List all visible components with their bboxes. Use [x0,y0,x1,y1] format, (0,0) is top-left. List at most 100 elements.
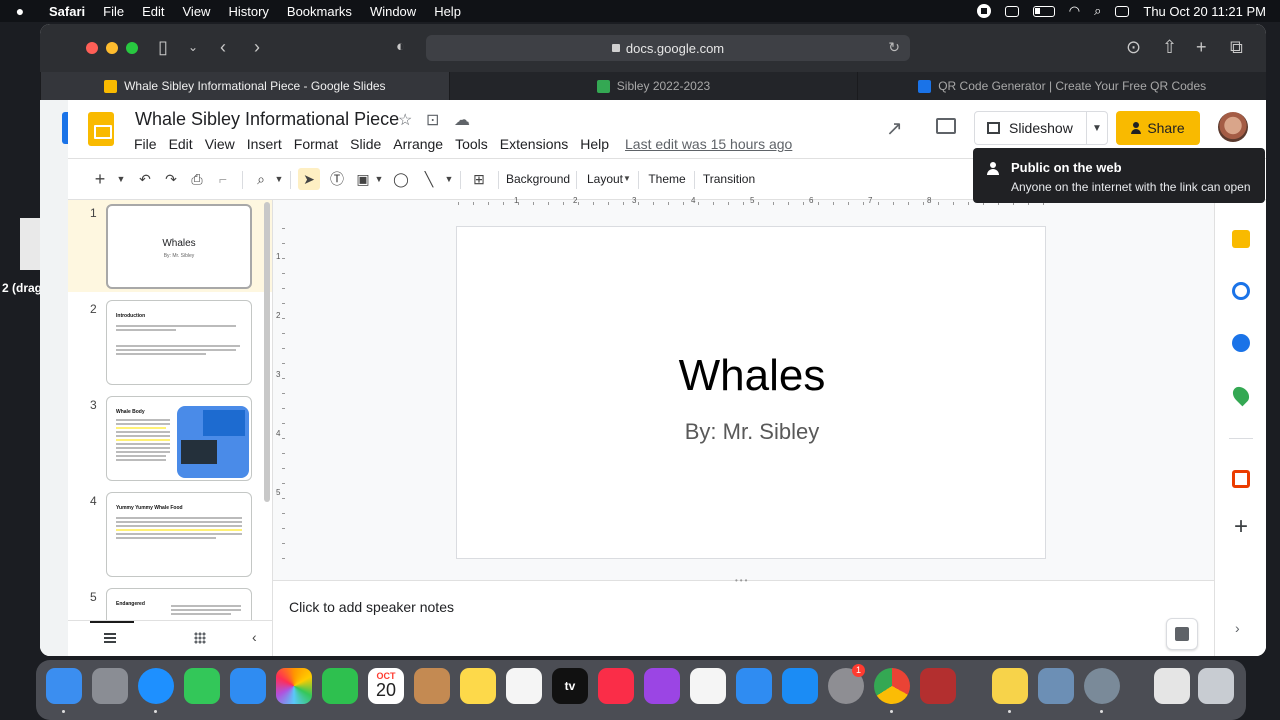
speaker-notes[interactable]: ••• Click to add speaker notes [272,576,1214,656]
documents-stack-icon[interactable] [1154,668,1190,704]
window-minimize-button[interactable] [106,42,118,54]
menu-clock[interactable]: Thu Oct 20 11:21 PM [1143,4,1266,19]
zoom-icon[interactable]: ⌕ [252,168,270,190]
slideshow-button[interactable]: Slideshow ▼ [974,111,1108,145]
cloud-status-icon[interactable]: ☁ [454,110,470,130]
collapse-filmstrip-icon[interactable]: ‹ [252,629,257,645]
tasks-icon[interactable] [1232,282,1250,300]
slide-thumbnail[interactable]: Endangered [106,588,252,620]
apple-menu-icon[interactable]: ● [0,3,40,19]
thumbnail-slide-4[interactable]: 4 Yummy Yummy Whale Food [68,488,272,580]
background-button[interactable]: Background [506,168,570,190]
filmstrip-view-icon[interactable] [104,633,116,643]
menu-slide[interactable]: Slide [350,136,387,152]
app-store-icon[interactable] [782,668,818,704]
system-preferences-icon[interactable]: 1 [828,664,865,704]
tab-qr-generator[interactable]: QR Code Generator | Create Your Free QR … [857,72,1266,100]
slide-thumbnail[interactable]: Whale Body [106,396,252,481]
zoom-dropdown-icon[interactable]: ▼ [274,168,284,190]
avatar[interactable] [1218,112,1248,142]
messages-icon[interactable] [184,668,220,704]
comments-icon[interactable] [936,118,956,134]
new-tab-icon[interactable]: + [1196,36,1207,58]
window-close-button[interactable] [86,42,98,54]
keynote-icon[interactable] [736,668,772,704]
music-icon[interactable] [598,668,634,704]
menu-bookmarks[interactable]: Bookmarks [278,4,361,19]
menu-file[interactable]: File [94,4,133,19]
slide-thumbnail[interactable]: Whales By: Mr. Sibley [106,204,252,289]
insert-image-icon[interactable]: ▣ [352,168,374,190]
line-dropdown-icon[interactable]: ▼ [444,168,454,190]
preview-icon[interactable] [1038,668,1074,704]
battery-icon[interactable] [1032,5,1055,17]
layout-button[interactable]: Layout [584,168,626,190]
show-side-panel-icon[interactable]: › [1235,620,1240,636]
downloads-icon[interactable]: ⊙ [1126,36,1141,58]
shape-icon[interactable]: ◯ [390,168,412,190]
slide-thumbnail[interactable]: Introduction [106,300,252,385]
star-icon[interactable]: ☆ [398,110,412,130]
reload-icon[interactable]: ↻ [888,39,900,56]
theme-button[interactable]: Theme [646,168,688,190]
wifi-icon[interactable]: ◠ [1069,3,1080,19]
document-title[interactable]: Whale Sibley Informational Piece [135,109,399,130]
thumbnail-slide-5[interactable]: 5 Endangered [68,584,272,620]
menu-format[interactable]: Format [294,136,344,152]
forward-icon[interactable]: › [254,36,260,58]
filmstrip-scrollbar[interactable] [264,202,270,502]
menu-history[interactable]: History [219,4,277,19]
image-dropdown-icon[interactable]: ▼ [374,168,384,190]
chrome-icon[interactable] [874,668,910,704]
select-cursor-icon[interactable]: ➤ [298,168,320,190]
slide-thumbnail[interactable]: Yummy Yummy Whale Food [106,492,252,577]
menu-help[interactable]: Help [580,136,615,152]
activity-trend-icon[interactable]: ↗ [886,116,903,141]
safari-icon[interactable] [138,668,174,704]
privacy-shield-icon[interactable]: ◐ [396,36,405,58]
menu-arrange[interactable]: Arrange [393,136,449,152]
reminders-icon[interactable] [506,668,542,704]
print-icon[interactable]: ⎙ [188,168,206,190]
sidebar-toggle-icon[interactable]: ▯ [158,36,168,58]
last-edit-link[interactable]: Last edit was 15 hours ago [625,136,792,152]
move-folder-icon[interactable]: ⊡ [426,110,439,130]
back-icon[interactable]: ‹ [220,36,226,58]
facetime-icon[interactable] [322,668,358,704]
layout-dropdown-icon[interactable]: ▼ [622,168,632,190]
trash-icon[interactable] [1198,668,1234,704]
calendar-icon[interactable]: OCT 20 [368,668,404,704]
status-app-icon[interactable] [1004,5,1019,17]
menu-extensions[interactable]: Extensions [500,136,574,152]
stickies-icon[interactable] [992,668,1028,704]
news-icon[interactable] [690,668,726,704]
window-zoom-button[interactable] [126,42,138,54]
menu-window[interactable]: Window [361,4,425,19]
menu-app-name[interactable]: Safari [40,4,94,19]
menu-view[interactable]: View [205,136,241,152]
office-addon-icon[interactable] [1232,470,1250,488]
launchpad-icon[interactable] [92,668,128,704]
menu-tools[interactable]: Tools [455,136,494,152]
maps-icon[interactable] [1229,383,1253,407]
menu-help[interactable]: Help [425,4,470,19]
spotlight-search-icon[interactable]: ⌕ [1094,3,1101,19]
tab-overview-icon[interactable]: ⧉ [1230,36,1243,58]
menu-edit[interactable]: Edit [169,136,199,152]
text-box-icon[interactable]: Ⓣ [326,168,348,190]
desktop-file-icon[interactable] [20,218,40,270]
line-icon[interactable]: ╲ [418,168,440,190]
finder-icon[interactable] [46,668,82,704]
menu-edit[interactable]: Edit [133,4,173,19]
resize-handle[interactable]: ••• [735,576,749,585]
thumbnail-slide-3[interactable]: 3 Whale Body [68,392,272,484]
photos-icon[interactable] [276,668,312,704]
new-slide-icon[interactable]: + [92,168,108,190]
tab-google-slides[interactable]: Whale Sibley Informational Piece - Googl… [40,72,449,100]
contacts-icon[interactable] [1232,334,1250,352]
notes-icon[interactable] [460,668,496,704]
menu-insert[interactable]: Insert [247,136,288,152]
add-comment-icon[interactable]: ⊞ [468,168,490,190]
grid-view-icon[interactable] [194,632,206,644]
redo-icon[interactable]: ↷ [162,168,180,190]
